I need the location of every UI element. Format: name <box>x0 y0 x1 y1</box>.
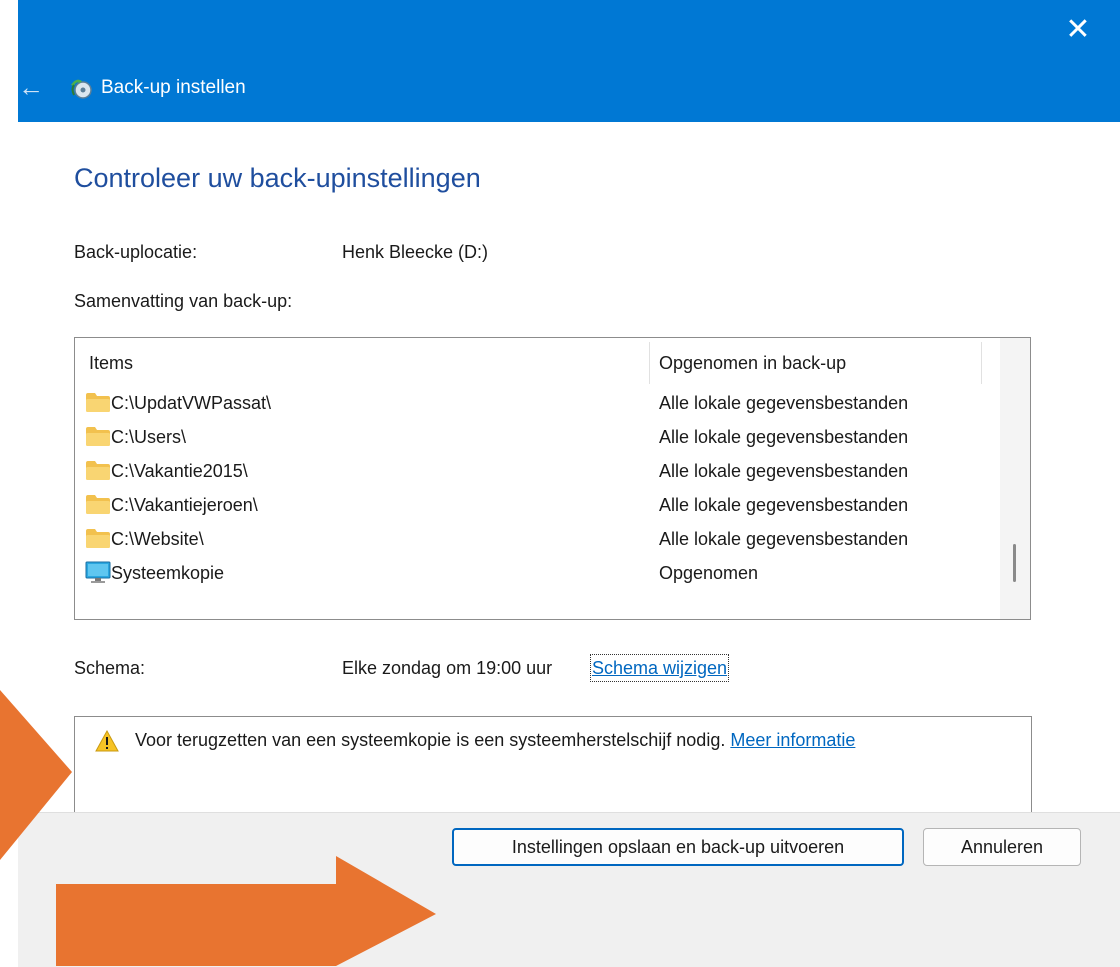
back-arrow-icon[interactable]: ← <box>18 70 48 104</box>
annotation-arrow-bottom <box>56 856 436 966</box>
save-and-run-button[interactable]: Instellingen opslaan en back-up uitvoere… <box>452 828 904 866</box>
warning-text-line: Voor terugzetten van een systeemkopie is… <box>135 727 855 753</box>
title-bar: ← Back-up instellen ✕ <box>18 0 1120 122</box>
column-header-included[interactable]: Opgenomen in back-up <box>659 344 846 382</box>
list-scrollbar[interactable] <box>1000 338 1030 619</box>
warning-text: Voor terugzetten van een systeemkopie is… <box>135 730 726 750</box>
folder-icon <box>86 495 110 514</box>
change-schedule-link[interactable]: Schema wijzigen <box>589 654 730 682</box>
item-name: C:\Vakantiejeroen\ <box>111 495 258 515</box>
location-value: Henk Bleecke (D:) <box>342 242 489 262</box>
list-item[interactable]: C:\Website\ Alle lokale gegevensbestande… <box>75 522 995 556</box>
folder-icon <box>86 461 110 480</box>
warning-panel: Voor terugzetten van een systeemkopie is… <box>74 716 1032 818</box>
close-button[interactable]: ✕ <box>1056 10 1100 50</box>
folder-icon <box>86 393 110 412</box>
monitor-icon <box>85 561 111 583</box>
item-status: Alle lokale gegevensbestanden <box>659 495 909 515</box>
list-item[interactable]: C:\Users\ Alle lokale gegevensbestanden <box>75 420 995 454</box>
location-label: Back-uplocatie: <box>74 242 198 262</box>
item-name: C:\Website\ <box>111 529 204 549</box>
column-header-items[interactable]: Items <box>89 344 133 382</box>
item-status: Alle lokale gegevensbestanden <box>659 427 909 447</box>
item-status: Alle lokale gegevensbestanden <box>659 529 909 549</box>
backup-dialog: ← Back-up instellen ✕ Controleer uw back… <box>18 0 1120 967</box>
backup-items-list[interactable]: Items Opgenomen in back-up C:\UpdatVWPas… <box>74 337 1031 620</box>
warning-icon <box>95 730 119 752</box>
item-status: Opgenomen <box>659 563 759 583</box>
item-name: C:\Vakantie2015\ <box>111 461 248 481</box>
list-item[interactable]: C:\UpdatVWPassat\ Alle lokale gegevensbe… <box>75 386 995 420</box>
column-separator[interactable] <box>649 342 650 384</box>
cancel-button[interactable]: Annuleren <box>923 828 1081 866</box>
column-separator[interactable] <box>981 342 982 384</box>
item-name: C:\UpdatVWPassat\ <box>111 393 272 413</box>
summary-label: Samenvatting van back-up: <box>74 291 293 311</box>
item-status: Alle lokale gegevensbestanden <box>659 461 909 481</box>
folder-icon <box>86 529 110 548</box>
schedule-label: Schema: <box>74 658 146 678</box>
folder-icon <box>86 427 110 446</box>
schedule-value: Elke zondag om 19:00 uur <box>342 658 553 678</box>
list-item[interactable]: Systeemkopie Opgenomen <box>75 556 995 590</box>
scrollbar-thumb[interactable] <box>1013 544 1016 582</box>
item-name: Systeemkopie <box>111 563 225 583</box>
item-status: Alle lokale gegevensbestanden <box>659 393 909 413</box>
item-name: C:\Users\ <box>111 427 187 447</box>
list-item[interactable]: C:\Vakantiejeroen\ Alle lokale gegevensb… <box>75 488 995 522</box>
list-item[interactable]: C:\Vakantie2015\ Alle lokale gegevensbes… <box>75 454 995 488</box>
page-heading: Controleer uw back-upinstellingen <box>74 163 481 193</box>
window-title: Back-up instellen <box>101 77 246 98</box>
backup-app-icon <box>71 79 92 99</box>
more-info-link[interactable]: Meer informatie <box>730 730 855 750</box>
